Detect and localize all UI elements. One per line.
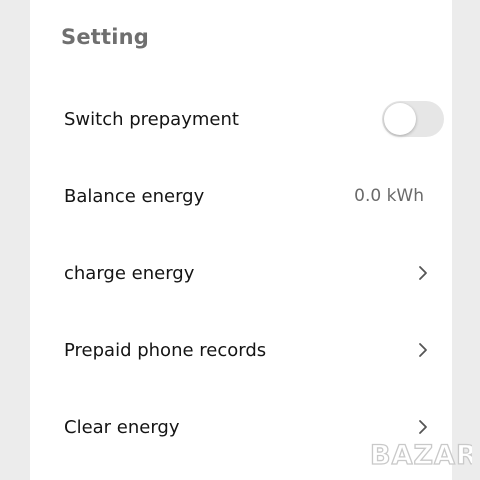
settings-screen: Setting Switch prepayment Balance energy… [30,0,452,480]
setting-row-charge-energy[interactable]: charge energy [30,245,452,301]
setting-row-prepaid-phone-records[interactable]: Prepaid phone records [30,322,452,378]
balance-energy-value: 0.0 kWh [354,186,424,206]
setting-label-clear-energy: Clear energy [64,416,180,438]
chevron-right-icon [416,418,430,436]
setting-row-balance-energy: Balance energy 0.0 kWh [30,168,452,224]
chevron-right-icon [416,341,430,359]
chevron-right-icon [416,264,430,282]
setting-label-switch-prepayment: Switch prepayment [64,108,239,130]
setting-label-prepaid-phone-records: Prepaid phone records [64,339,267,361]
bazar-watermark-logo: BAZAR [368,436,477,471]
prepayment-toggle[interactable] [382,101,444,137]
toggle-knob [384,103,416,135]
setting-row-switch-prepayment[interactable]: Switch prepayment [30,91,452,147]
page-title: Setting [61,25,150,49]
watermark-text: BAZAR [370,440,472,470]
setting-label-charge-energy: charge energy [64,262,195,284]
setting-label-balance-energy: Balance energy [64,185,205,207]
